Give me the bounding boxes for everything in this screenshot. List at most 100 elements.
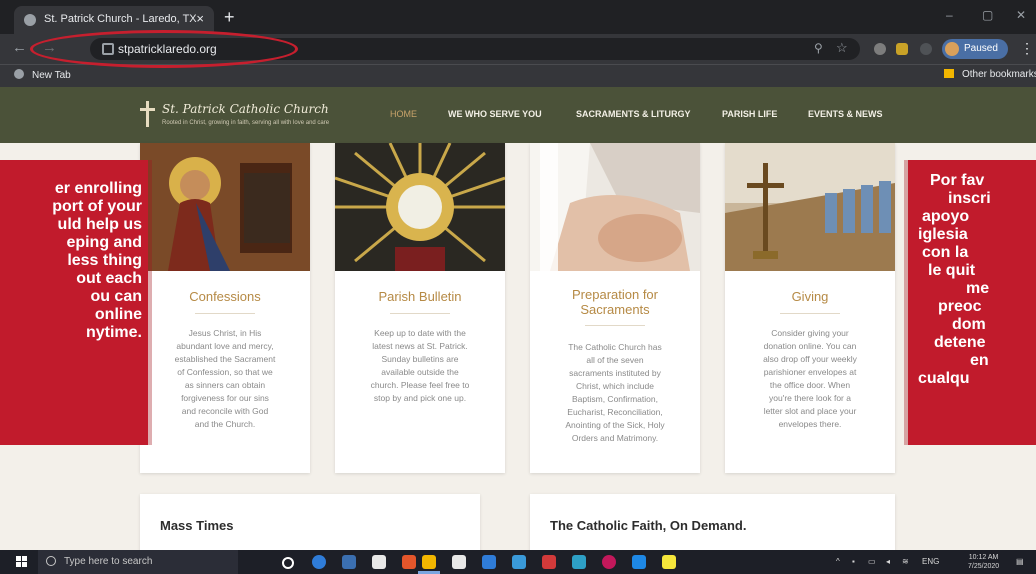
new-tab-button[interactable]: + <box>224 8 235 26</box>
close-window-button[interactable]: ✕ <box>1016 8 1026 22</box>
other-bookmarks[interactable]: Other bookmarks <box>944 69 1036 80</box>
overlay-line: nytime. <box>85 324 142 341</box>
card-text: Jesus Christ, in His abundant love and m… <box>174 328 276 429</box>
cross-icon <box>140 101 156 127</box>
overlay-line: con la <box>922 244 969 261</box>
card-title: Confessions <box>189 289 261 304</box>
overlay-panel-english: er enrolling port of your uld help us ep… <box>0 160 148 445</box>
divider <box>585 325 645 326</box>
divider <box>195 313 255 314</box>
profile-button[interactable]: Paused <box>942 39 1008 59</box>
card-confessions[interactable]: Confessions Jesus Christ, in His abundan… <box>140 143 310 473</box>
overlay-line: dom <box>952 316 986 333</box>
card-title: Giving <box>791 289 829 304</box>
overlay-line: detene <box>934 334 986 351</box>
tray-chevron-icon[interactable]: ^ <box>836 557 840 566</box>
clock-date: 7/25/2020 <box>968 563 1000 570</box>
zoom-icon[interactable]: ⚲ <box>814 41 823 55</box>
extension-icon[interactable] <box>920 43 932 55</box>
card-giving[interactable]: Giving Consider giving your donation onl… <box>725 143 895 473</box>
card-title: Preparation for Sacraments <box>572 287 658 317</box>
bookmark-label: Other bookmarks <box>962 69 1036 80</box>
overlay-panel-spanish: Por fav inscri apoyo iglesia con la le q… <box>908 160 1036 445</box>
volume-icon[interactable]: ◂ <box>886 557 890 566</box>
task-view-icon[interactable] <box>342 555 356 569</box>
battery-icon[interactable]: ▭ <box>868 557 876 566</box>
bookmark-label: New Tab <box>32 70 71 81</box>
clock[interactable]: 10:12 AM 7/25/2020 <box>968 553 999 571</box>
crucifix-icon <box>725 143 895 271</box>
divider <box>780 313 840 314</box>
wifi-icon[interactable]: ≋ <box>902 557 909 566</box>
overlay-line: en <box>970 352 989 369</box>
network-icon[interactable]: ▪ <box>852 557 855 566</box>
overlay-line: Por fav <box>930 172 985 189</box>
site-tagline: Rooted in Christ, growing in faith, serv… <box>162 120 330 126</box>
profile-status: Paused <box>964 43 998 54</box>
maximize-button[interactable]: ▢ <box>982 8 993 22</box>
tab-close-icon[interactable]: × <box>196 11 204 26</box>
tab-title: St. Patrick Church - Laredo, TX <box>44 13 197 25</box>
card-preparation-for-sacraments[interactable]: Preparation for Sacraments The Catholic C… <box>530 143 700 473</box>
windows-start-icon[interactable] <box>16 556 28 568</box>
monstrance-icon <box>335 143 505 271</box>
language-indicator[interactable]: ENG <box>922 557 939 566</box>
site-name: St. Patrick Catholic Church <box>162 102 329 116</box>
tab-bar: St. Patrick Church - Laredo, TX × + – ▢ … <box>0 0 1036 34</box>
search-placeholder: Type here to search <box>64 556 153 567</box>
nav-parish-life[interactable]: PARISH LIFE <box>722 109 777 119</box>
overlay-line: port of your <box>52 198 142 215</box>
search-icon <box>46 556 56 566</box>
card-parish-bulletin[interactable]: Parish Bulletin Keep up to date with the… <box>335 143 505 473</box>
section-title: Mass Times <box>160 518 234 533</box>
home-icon[interactable] <box>452 555 466 569</box>
taskbar-search[interactable]: Type here to search <box>38 550 238 574</box>
extension-icon[interactable] <box>874 43 886 55</box>
overlay-line: out each <box>76 270 142 287</box>
back-button[interactable]: ← <box>12 40 27 55</box>
overlay-line: inscri <box>948 190 991 207</box>
site-favicon-icon <box>24 14 36 26</box>
minimize-button[interactable]: – <box>946 8 953 22</box>
site-header: St. Patrick Catholic Church Rooted in Ch… <box>0 87 1036 143</box>
office-icon[interactable] <box>402 555 416 569</box>
confessions-image <box>140 143 310 271</box>
screen-icon[interactable] <box>512 555 526 569</box>
baptism-icon <box>530 143 700 271</box>
card-text: The Catholic Church has all of the seven… <box>565 342 665 443</box>
avatar <box>945 42 959 56</box>
nav-we-who-serve-you[interactable]: WE WHO SERVE YOU <box>448 109 542 119</box>
divider <box>390 313 450 314</box>
app-icon[interactable] <box>542 555 556 569</box>
overlay-line: preoc <box>938 298 982 315</box>
sticky-notes-icon[interactable] <box>662 555 676 569</box>
menu-icon[interactable]: ⋮ <box>1020 40 1034 57</box>
bookmark-star-icon[interactable]: ☆ <box>836 40 848 56</box>
overlay-line: less thing <box>67 252 142 269</box>
cortana-icon[interactable] <box>282 557 294 569</box>
nav-sacraments-liturgy[interactable]: SACRAMENTS & LITURGY <box>576 109 691 119</box>
overlay-line: online <box>94 306 142 323</box>
card-text: Consider giving your donation online. Yo… <box>763 328 857 429</box>
app-icon[interactable] <box>602 555 616 569</box>
store-icon[interactable] <box>372 555 386 569</box>
nav-events-news[interactable]: EVENTS & NEWS <box>808 109 883 119</box>
overlay-line: me <box>966 280 990 297</box>
card-title: Parish Bulletin <box>378 289 462 304</box>
chrome-icon[interactable] <box>422 555 436 569</box>
windows-taskbar: Type here to search ^ ▪ ▭ ◂ ≋ ENG 10:12 … <box>0 550 1036 574</box>
notifications-icon[interactable]: ▤ <box>1016 557 1024 566</box>
overlay-line: ou can <box>90 288 142 305</box>
globe-icon <box>14 69 24 79</box>
overlay-line: cualqu <box>918 370 970 387</box>
app-icon[interactable] <box>572 555 586 569</box>
clock-time: 10:12 AM <box>968 554 999 561</box>
app-icon[interactable] <box>632 555 646 569</box>
extension-icon[interactable] <box>896 43 908 55</box>
card-text: Keep up to date with the latest news at … <box>370 328 470 403</box>
overlay-line: apoyo <box>922 208 970 225</box>
bookmark-new-tab[interactable]: New Tab <box>14 69 71 81</box>
edge-icon[interactable] <box>312 555 326 569</box>
mail-icon[interactable] <box>482 555 496 569</box>
nav-home[interactable]: HOME <box>390 109 417 119</box>
